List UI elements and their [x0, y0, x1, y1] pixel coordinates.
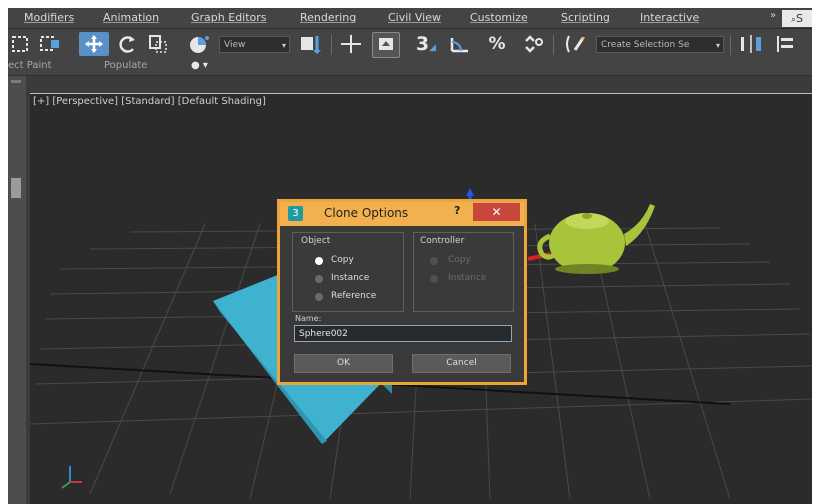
- app-logo-icon: 3: [288, 206, 303, 221]
- clone-options-dialog: 3 Clone Options ? ✕ Object Copy Instance…: [277, 199, 527, 385]
- snaps-toggle-icon[interactable]: 3◢: [413, 32, 439, 56]
- radio-reference[interactable]: [315, 293, 323, 301]
- controller-group: Controller Copy Instance: [413, 232, 514, 312]
- keyboard-shortcut-override-icon[interactable]: [372, 32, 400, 58]
- toolbar-divider: [331, 35, 332, 55]
- percent-snap-icon[interactable]: %: [484, 32, 510, 56]
- select-region-icon[interactable]: [10, 32, 32, 56]
- menu-scripting[interactable]: Scripting: [561, 11, 610, 24]
- menu-animation[interactable]: Animation: [103, 11, 159, 24]
- select-and-scale-icon[interactable]: [146, 32, 174, 56]
- reference-coordinate-value: View: [224, 40, 246, 50]
- command-panel-edge: [8, 76, 26, 504]
- controller-group-title: Controller: [420, 236, 465, 246]
- menu-interactive[interactable]: Interactive: [640, 11, 699, 24]
- radio-reference-label[interactable]: Reference: [331, 291, 376, 301]
- object-group-title: Object: [301, 236, 331, 246]
- toolbar-divider: [730, 35, 731, 55]
- menu-customize[interactable]: Customize: [470, 11, 528, 24]
- angle-snap-icon[interactable]: [448, 32, 474, 56]
- ribbon-toggle-icon[interactable]: ● ▾: [191, 60, 208, 71]
- menu-bar: Modifiers Animation Graph Editors Render…: [8, 8, 812, 29]
- main-toolbar: View ▾ 3◢ % Create Selection Se ▾: [8, 29, 812, 59]
- ribbon-subbar: ect Paint Populate ● ▾: [8, 59, 812, 76]
- dialog-title: Clone Options: [324, 206, 409, 220]
- chevron-down-icon: ▾: [715, 41, 720, 50]
- window-corner: » ⌕S: [768, 8, 812, 28]
- dialog-title-bar[interactable]: 3 Clone Options ? ✕: [280, 202, 524, 226]
- edit-named-selection-icon[interactable]: [561, 32, 591, 56]
- menu-modifiers[interactable]: Modifiers: [24, 11, 74, 24]
- ok-button[interactable]: OK: [294, 354, 393, 373]
- select-and-rotate-icon[interactable]: [115, 32, 139, 56]
- radio-copy-label[interactable]: Copy: [331, 255, 354, 265]
- menu-overflow-icon[interactable]: »: [770, 10, 776, 21]
- name-label: Name:: [295, 314, 322, 323]
- cancel-button[interactable]: Cancel: [412, 354, 511, 373]
- menu-rendering[interactable]: Rendering: [300, 11, 356, 24]
- manipulate-icon[interactable]: [338, 32, 364, 56]
- radio-controller-copy-label: Copy: [448, 255, 471, 265]
- close-button[interactable]: ✕: [473, 203, 520, 221]
- named-selection-set-value: Create Selection Se: [601, 40, 690, 50]
- select-and-move-icon[interactable]: [79, 32, 109, 56]
- radio-controller-instance: [430, 275, 438, 283]
- radio-instance[interactable]: [315, 275, 323, 283]
- axis-tripod: [61, 466, 82, 489]
- radio-controller-copy: [430, 257, 438, 265]
- radio-copy[interactable]: [315, 257, 323, 265]
- snaps-toggle-label: 3: [415, 33, 430, 55]
- radio-instance-label[interactable]: Instance: [331, 273, 369, 283]
- name-field[interactable]: [294, 325, 512, 342]
- object-paint-tab[interactable]: ect Paint: [8, 60, 52, 71]
- viewport-label[interactable]: [+] [Perspective] [Standard] [Default Sh…: [33, 96, 266, 107]
- radio-controller-instance-label: Instance: [448, 273, 487, 283]
- pivot-center-icon[interactable]: [295, 32, 327, 56]
- help-button[interactable]: ?: [454, 204, 460, 217]
- gizmo-z-arrow: [466, 188, 474, 196]
- named-selection-set-dropdown[interactable]: Create Selection Se ▾: [596, 36, 724, 53]
- window-crossing-icon[interactable]: [38, 32, 64, 56]
- populate-tab[interactable]: Populate: [104, 60, 147, 71]
- align-icon[interactable]: [772, 32, 800, 56]
- menu-civil-view[interactable]: Civil View: [388, 11, 441, 24]
- select-and-place-icon[interactable]: [184, 32, 214, 56]
- toolbar-divider: [553, 35, 554, 55]
- chevron-down-icon: ▾: [281, 41, 286, 50]
- panel-scroll-handle[interactable]: [11, 178, 21, 198]
- workspace-tab-label: S: [796, 12, 804, 25]
- menu-graph-editors[interactable]: Graph Editors: [191, 11, 267, 24]
- reference-coordinate-dropdown[interactable]: View ▾: [219, 36, 290, 53]
- spinner-snap-icon[interactable]: [520, 32, 546, 56]
- object-group: Object Copy Instance Reference: [292, 232, 404, 312]
- mirror-icon[interactable]: [736, 32, 766, 56]
- workspace-tab[interactable]: ⌕S: [782, 10, 812, 27]
- panel-edge-marker: [11, 80, 21, 83]
